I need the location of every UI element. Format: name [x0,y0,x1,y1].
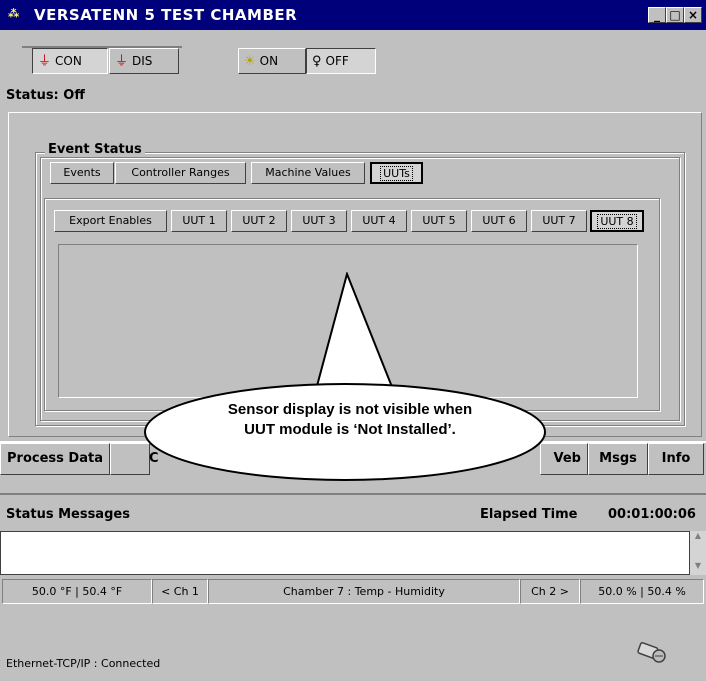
tab-machine-values[interactable]: Machine Values [251,162,365,184]
status-label: Status: [6,88,59,103]
tab-events[interactable]: Events [50,162,114,184]
maximize-button[interactable]: □ [666,7,684,23]
event-status-title: Event Status [45,142,145,157]
tab-uuts-label: UUTs [380,166,413,181]
disconnect-label: DIS [132,54,153,68]
network-plug-icon [637,642,666,663]
app-icon: ⁂ [8,7,20,20]
uut-3-button[interactable]: UUT 3 [291,210,347,232]
plug-disconnect-icon: ⏚ [115,54,129,69]
title-bar: ⁂ VERSATENN 5 TEST CHAMBER _ □ × [0,0,706,30]
callout-text: Sensor display is not visible when UUT m… [227,401,473,438]
chamber-name: Chamber 7 : Temp - Humidity [208,579,520,604]
window-title: VERSATENN 5 TEST CHAMBER [34,6,298,24]
ch2-values: 50.0 % | 50.4 % [580,579,704,604]
light-on-button[interactable]: ☀ ON [238,48,306,74]
connection-status: Ethernet-TCP/IP : Connected [6,657,161,670]
tab-process-data[interactable]: Process Data [0,443,110,475]
tab-controller-ranges[interactable]: Controller Ranges [115,162,246,184]
messages-scrollbar[interactable]: ▲ ▼ [690,531,706,575]
bulb-off-icon: ♀ [312,54,322,69]
tab-uuts[interactable]: UUTs [370,162,423,184]
plug-connect-icon: ⏚ [38,54,52,69]
ch1-values: 50.0 °F | 50.4 °F [2,579,152,604]
status-messages-label: Status Messages [6,507,130,522]
uut-4-button[interactable]: UUT 4 [351,210,407,232]
light-off-label: OFF [325,54,349,68]
elapsed-time-label: Elapsed Time [480,507,578,522]
close-button[interactable]: × [684,7,702,23]
ch1-button[interactable]: < Ch 1 [152,579,208,604]
status-value: Off [63,88,85,103]
scroll-down-arrow-icon[interactable]: ▼ [690,561,706,575]
status-line: Status: Off [6,88,85,103]
uut-5-button[interactable]: UUT 5 [411,210,467,232]
bulb-on-icon: ☀ [244,54,256,69]
ch2-button[interactable]: Ch 2 > [520,579,580,604]
uut-7-button[interactable]: UUT 7 [531,210,587,232]
light-on-label: ON [259,54,279,68]
callout-bubble [144,272,546,481]
status-messages-box[interactable] [0,531,690,575]
scroll-up-arrow-icon[interactable]: ▲ [690,531,706,545]
uut-1-button[interactable]: UUT 1 [171,210,227,232]
tab-info[interactable]: Info [648,443,704,475]
uut-8-label: UUT 8 [597,214,637,229]
tab-msgs[interactable]: Msgs [588,443,648,475]
connect-button[interactable]: ⏚ CON [32,48,108,74]
connect-label: CON [55,54,82,68]
minimize-button[interactable]: _ [648,7,666,23]
disconnect-button[interactable]: ⏚ DIS [109,48,179,74]
light-off-button[interactable]: ♀ OFF [306,48,376,74]
uut-6-button[interactable]: UUT 6 [471,210,527,232]
uut-8-button[interactable]: UUT 8 [590,210,644,232]
elapsed-time-value: 00:01:00:06 [608,507,696,522]
uut-2-button[interactable]: UUT 2 [231,210,287,232]
export-enables-button[interactable]: Export Enables [54,210,167,232]
messages-divider [0,493,706,495]
